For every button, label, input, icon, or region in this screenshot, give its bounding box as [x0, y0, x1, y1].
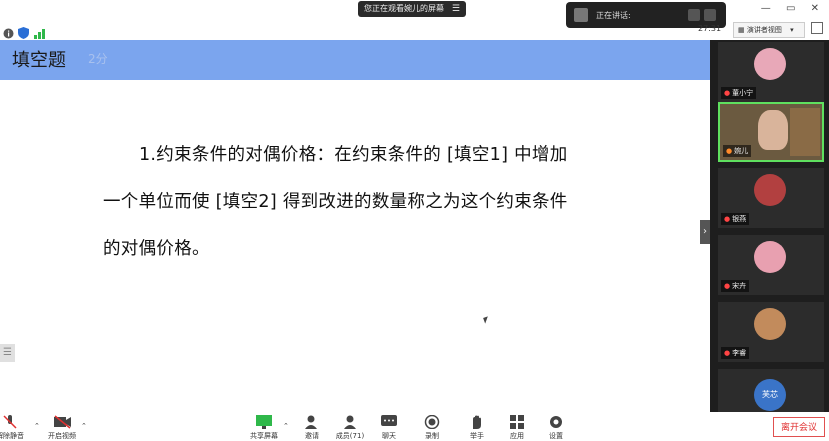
signal-icon[interactable]	[34, 24, 46, 39]
participant-tile[interactable]: 芙芯	[718, 369, 824, 412]
apps-label: 应用	[510, 432, 524, 440]
minimize-button[interactable]: —	[761, 3, 771, 14]
mic-icon: ●	[726, 147, 733, 155]
chevron-up-icon[interactable]: ⌃	[34, 422, 40, 430]
menu-icon[interactable]: ☰	[452, 1, 460, 17]
invite-label: 邀请	[305, 432, 319, 440]
hand-icon	[469, 414, 485, 429]
participant-name: 李睿	[732, 349, 747, 357]
members-label: 成员(71)	[335, 432, 365, 440]
question-line: 一个单位而使 [填空2] 得到改进的数量称之为这个约束条件	[103, 192, 568, 212]
add-person-icon	[304, 414, 320, 429]
mic-off-icon	[2, 414, 18, 429]
members-button[interactable]: 成员(71)	[334, 414, 366, 440]
mic-muted-icon: ●	[724, 89, 731, 97]
share-screen-icon	[256, 414, 272, 429]
video-label: 开启视频	[48, 432, 76, 440]
record-button[interactable]: 录制	[416, 414, 448, 440]
avatar: 芙芯	[754, 379, 786, 411]
question-text: 1.约束条件的对偶价格：在约束条件的 [填空1] 中增加 一个单位而使 [填空2…	[103, 132, 643, 273]
mute-label: 解除静音	[0, 432, 24, 440]
share-screen-button[interactable]: 共享屏幕	[248, 414, 280, 440]
invite-button[interactable]: 邀请	[296, 414, 328, 440]
collapse-panel-icon[interactable]: ›	[700, 220, 710, 244]
speaker-view-button[interactable]: ▦ 演讲者视图 ▾	[733, 22, 805, 38]
participant-name: 宋卉	[732, 282, 747, 290]
score-badge: 2分	[88, 52, 108, 66]
fullscreen-icon[interactable]	[811, 22, 823, 34]
raise-hand-label: 举手	[470, 432, 484, 440]
top-bar: 您正在观看婉儿的屏幕 ☰ 正在讲话: — ▭ ✕ 27:31 ▦ 演讲者视图 ▾	[0, 0, 829, 40]
apps-button[interactable]: 应用	[501, 414, 533, 440]
settings-button[interactable]: 设置	[540, 414, 572, 440]
question-line: 的对偶价格。	[103, 239, 210, 259]
leave-meeting-button[interactable]: 离开会议	[773, 417, 825, 437]
share-label: 共享屏幕	[250, 432, 278, 440]
meeting-toolbar: 解除静音 ⌃ 开启视频 ⌃ 共享屏幕 ⌃ 邀请 成员(71) 聊天 录制 举手 …	[0, 412, 829, 440]
mic-muted-icon: ●	[724, 282, 731, 290]
apps-icon	[509, 414, 525, 429]
page-title: 填空题	[12, 50, 66, 71]
participant-tile[interactable]: ● 李睿	[718, 302, 824, 362]
avatar	[754, 174, 786, 206]
screen-share-notice[interactable]: 您正在观看婉儿的屏幕 ☰	[358, 1, 466, 17]
avatar	[754, 48, 786, 80]
info-icon[interactable]	[3, 24, 15, 39]
avatar	[754, 241, 786, 273]
video-button[interactable]: 开启视频	[46, 414, 78, 440]
mute-button[interactable]: 解除静音	[0, 414, 26, 440]
speaker-avatar	[574, 8, 588, 22]
chat-label: 聊天	[382, 432, 396, 440]
camera-off-icon	[54, 414, 71, 429]
participant-name: 董小宁	[732, 89, 754, 97]
participant-tile[interactable]: ● 董小宁	[718, 42, 824, 102]
meeting-timer: 27:31	[698, 24, 722, 33]
raise-hand-button[interactable]: 举手	[461, 414, 493, 440]
record-icon	[424, 414, 440, 430]
view-button-label: 演讲者视图	[746, 26, 782, 34]
back-arrow-icon[interactable]	[704, 9, 716, 21]
close-button[interactable]: ✕	[811, 3, 819, 14]
mic-muted-icon: ●	[724, 349, 731, 357]
window-controls: — ▭ ✕	[749, 3, 819, 14]
speaker-video-icon	[688, 9, 700, 21]
participant-tile[interactable]: ● 宋卉	[718, 235, 824, 295]
video-background	[790, 108, 820, 156]
people-icon	[342, 414, 358, 429]
chevron-up-icon[interactable]: ⌃	[81, 422, 87, 430]
side-menu-icon[interactable]: ☰	[0, 344, 15, 362]
participant-tile[interactable]: ● 银燕	[718, 168, 824, 228]
chat-button[interactable]: 聊天	[373, 414, 405, 440]
avatar	[754, 308, 786, 340]
chat-icon	[381, 414, 397, 428]
video-feed	[758, 110, 788, 150]
chevron-up-icon[interactable]: ⌃	[283, 422, 289, 430]
mouse-cursor-icon	[483, 316, 490, 324]
gear-icon	[548, 414, 564, 428]
speaking-label: 正在讲话:	[596, 11, 631, 20]
participant-name: 银燕	[732, 215, 747, 223]
participant-name: 婉儿	[734, 147, 749, 155]
chevron-down-icon: ▾	[790, 26, 794, 34]
share-notice-text: 您正在观看婉儿的屏幕	[364, 4, 444, 13]
participant-name: 芙芯	[762, 390, 778, 399]
restore-button[interactable]: ▭	[786, 3, 795, 14]
participant-tile-active[interactable]: ● 婉儿	[718, 102, 824, 162]
slide-title-bar: 填空题 2分	[0, 40, 710, 80]
question-line: 1.约束条件的对偶价格：在约束条件的 [填空1] 中增加	[139, 145, 568, 165]
settings-label: 设置	[549, 432, 563, 440]
participant-panel: ● 董小宁 ● 婉儿 ● 银燕 ● 宋卉 ● 李睿 芙芯	[710, 40, 829, 412]
shield-icon[interactable]	[18, 24, 30, 39]
mic-muted-icon: ●	[724, 215, 731, 223]
record-label: 录制	[425, 432, 439, 440]
grid-icon: ▦	[738, 26, 745, 34]
